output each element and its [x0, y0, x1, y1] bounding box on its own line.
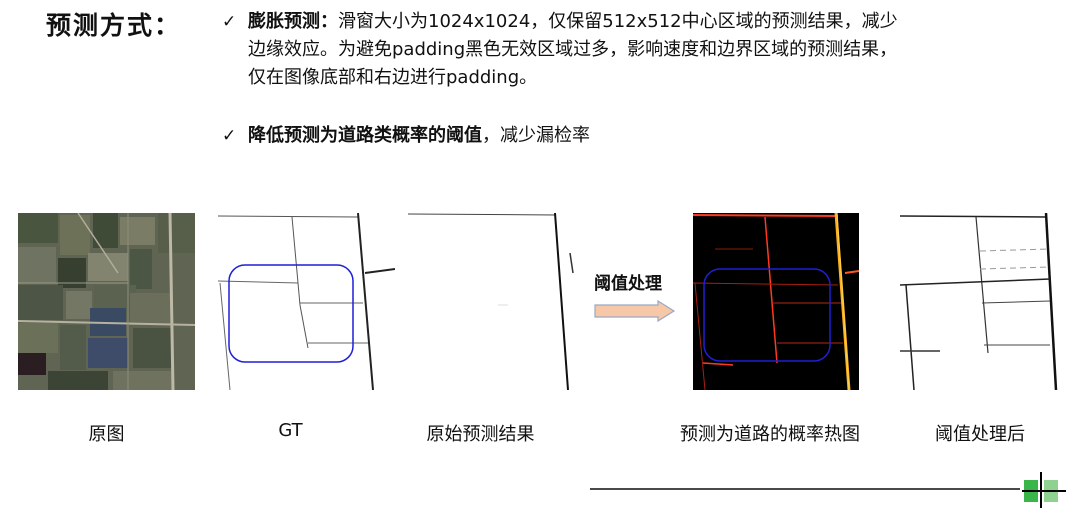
- ground-truth-mask: [218, 213, 395, 390]
- bullet-title: 降低预测为道路类概率的阈值: [248, 125, 482, 146]
- probability-heatmap: [693, 213, 870, 390]
- bullet-line-3: 仅在图像底部和右边进行padding。: [248, 67, 538, 88]
- footer-divider: [590, 488, 1020, 490]
- original-image: [18, 213, 195, 390]
- arrow-label: 阈值处理: [594, 274, 662, 294]
- caption-original: 原图: [88, 424, 125, 445]
- bullet-line-1: 膨胀预测：滑窗大小为1024x1024，仅保留512x512中心区域的预测结果，…: [224, 8, 1024, 36]
- bullet-line-2: 边缘效应。为避免padding黑色无效区域过多，影响速度和边界区域的预测结果，: [248, 39, 898, 60]
- caption-heatmap: 预测为道路的概率热图: [680, 424, 860, 445]
- bullet-line: 降低预测为道路类概率的阈值，减少漏检率: [224, 122, 1024, 150]
- right-arrow-icon: [594, 299, 676, 326]
- thresholded-result: [900, 213, 1077, 390]
- bullet-title: 膨胀预测：: [248, 11, 338, 32]
- caption-gt: GT: [278, 420, 303, 441]
- raw-prediction-result: [408, 213, 585, 390]
- bullet-dilated-prediction: ✓ 膨胀预测：滑窗大小为1024x1024，仅保留512x512中心区域的预测结…: [222, 8, 1024, 92]
- bullet-text: ，减少漏检率: [482, 125, 590, 146]
- checkmark-icon: ✓: [222, 12, 237, 32]
- section-heading: 预测方式：: [46, 11, 182, 40]
- caption-raw-prediction: 原始预测结果: [426, 424, 535, 445]
- caption-thresholded: 阈值处理后: [935, 424, 1025, 445]
- bullet-text: 滑窗大小为1024x1024，仅保留512x512中心区域的预测结果，减少: [338, 11, 898, 32]
- footer-logo-icon: [1022, 472, 1066, 512]
- checkmark-icon: ✓: [222, 126, 237, 146]
- bullet-threshold: ✓ 降低预测为道路类概率的阈值，减少漏检率: [222, 122, 1024, 150]
